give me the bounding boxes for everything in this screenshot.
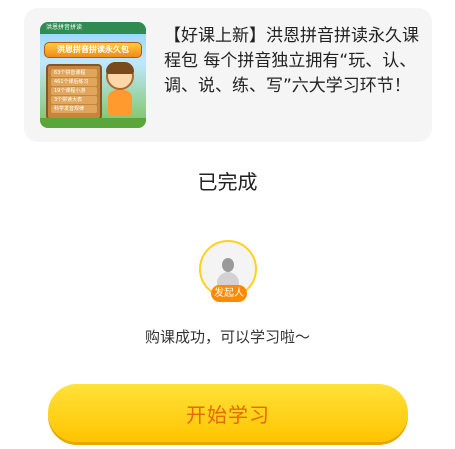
thumbnail-feature-line: 科学发音规律 [51,105,97,113]
order-complete-page: 洪恩拼音拼读 洪恩拼音拼读永久包 63个拼音课程 461个课后练习 19个课程小… [0,0,455,449]
course-description: 【好课上新】洪恩拼音拼读永久课程包 每个拼音独立拥有“玩、认、调、说、练、写”六… [164,26,419,96]
success-message: 购课成功，可以学习啦～ [144,328,310,346]
course-card[interactable]: 洪恩拼音拼读 洪恩拼音拼读永久包 63个拼音课程 461个课后练习 19个课程小… [24,8,432,142]
thumbnail-feature-line: 19个课程小游 [51,87,97,95]
status-title: 已完成 [197,170,258,194]
initiator-avatar-group: 发起人 [199,240,257,302]
thumbnail-ground [40,118,146,128]
thumbnail-feature-line: 461个课后练习 [51,78,97,86]
cartoon-character-illustration [100,62,140,118]
course-thumbnail: 洪恩拼音拼读 洪恩拼音拼读永久包 63个拼音课程 461个课后练习 19个课程小… [40,22,146,128]
thumbnail-feature-line: 3个拼读大表 [51,96,97,104]
start-learning-button[interactable]: 开始学习 [48,384,408,442]
thumbnail-title: 洪恩拼音拼读永久包 [44,42,142,58]
thumbnail-feature-line: 63个拼音课程 [51,69,97,77]
thumbnail-feature-board: 63个拼音课程 461个课后练习 19个课程小游 3个拼读大表 科学发音规律 [46,64,102,120]
initiator-badge: 发起人 [211,285,247,302]
thumbnail-header: 洪恩拼音拼读 [40,22,146,34]
